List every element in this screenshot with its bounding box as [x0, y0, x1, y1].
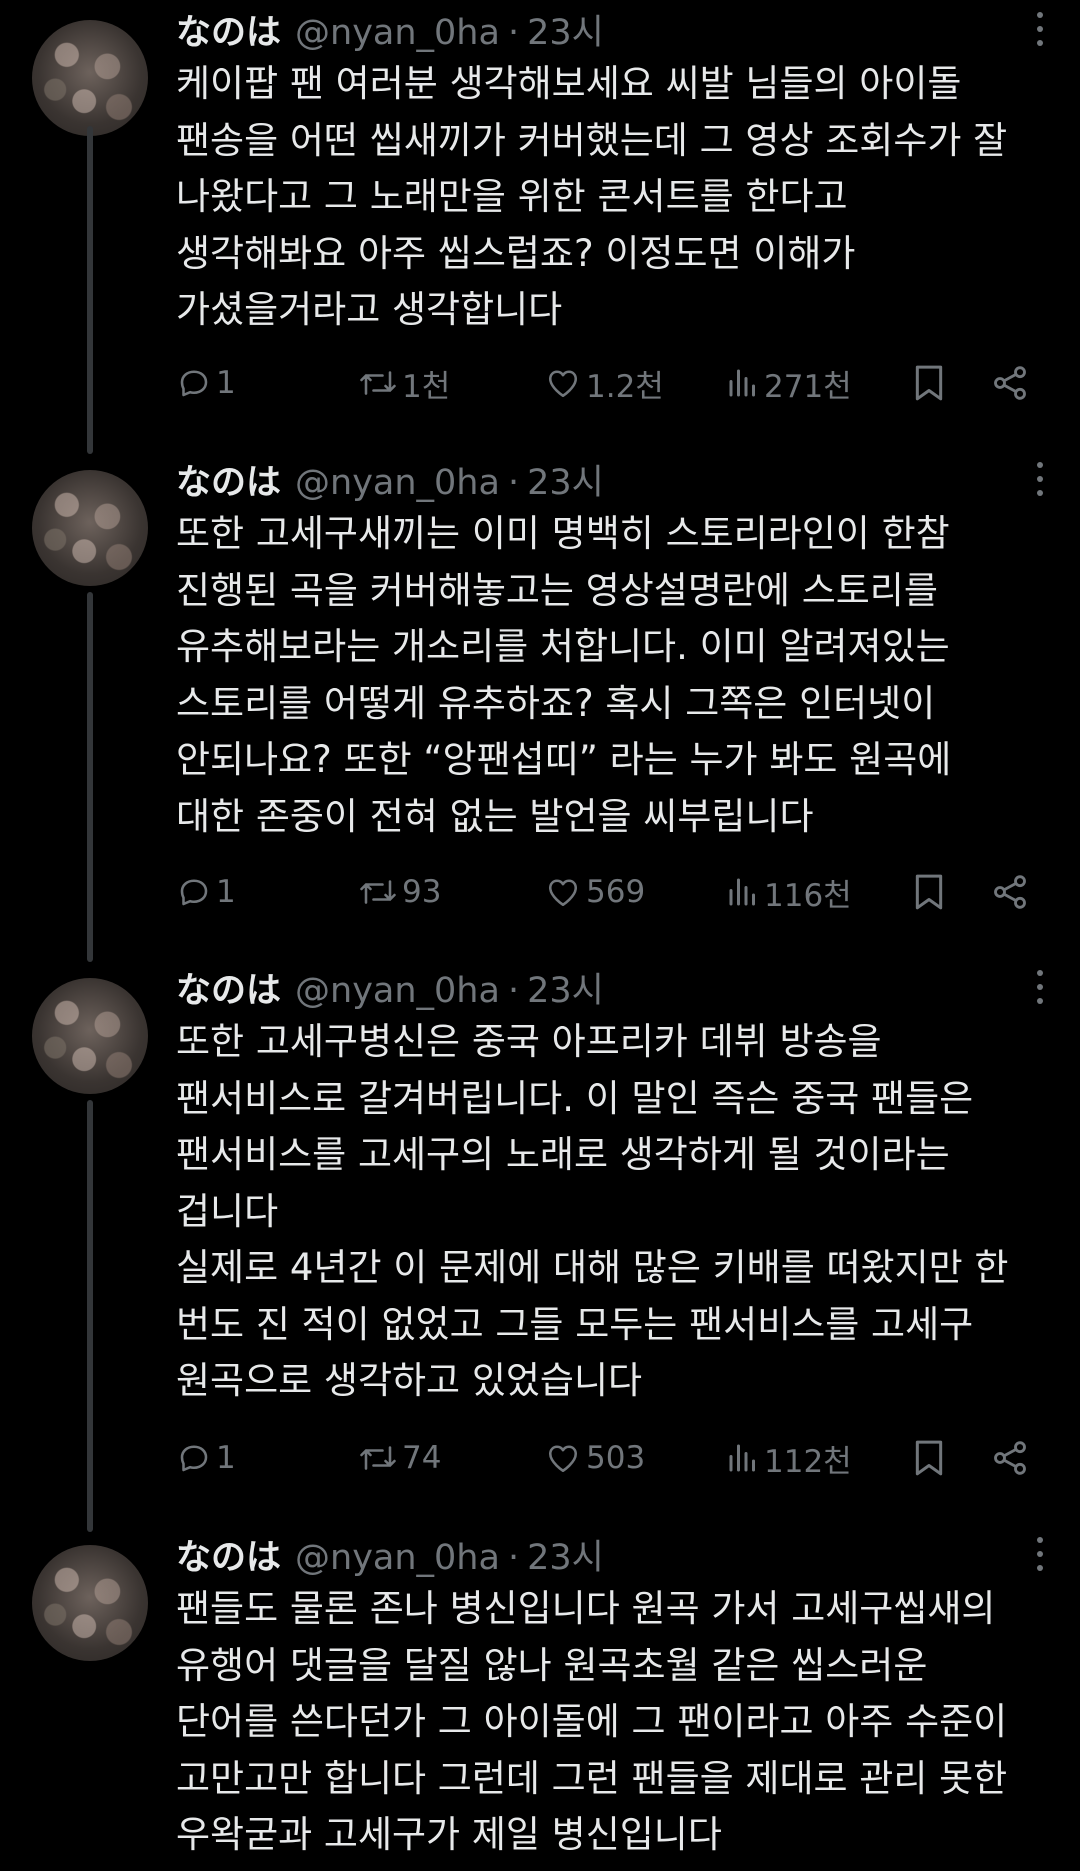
- timestamp[interactable]: 23시: [527, 4, 604, 55]
- retweet-count: 93: [402, 874, 442, 910]
- more-icon[interactable]: [1036, 12, 1044, 46]
- bookmark-button[interactable]: [912, 1433, 946, 1483]
- reply-count: 1: [216, 1440, 236, 1476]
- share-button[interactable]: [990, 358, 1030, 408]
- retweet-icon: [360, 1446, 396, 1470]
- like-count: 1.2천: [586, 368, 664, 405]
- reply-button[interactable]: 1: [176, 867, 236, 917]
- thread-connector-line: [87, 126, 93, 454]
- like-button[interactable]: 569: [544, 867, 645, 917]
- timestamp[interactable]: 23시: [527, 1529, 604, 1580]
- tweet[interactable]: なのは @nyan_0ha · 23시 또한 고세구병신은 중국 아프리카 데뷔…: [0, 958, 1080, 1532]
- bookmark-icon: [915, 874, 943, 910]
- avatar[interactable]: [32, 1545, 148, 1661]
- retweet-icon: [360, 880, 396, 904]
- more-icon[interactable]: [1036, 1537, 1044, 1571]
- views-button[interactable]: 271천: [726, 358, 852, 408]
- reply-icon: [180, 370, 208, 397]
- tweet-text: 또한 고세구병신은 중국 아프리카 데뷔 방송을 팬서비스로 갈겨버립니다. 이…: [176, 1020, 1009, 1402]
- tweet[interactable]: なのは @nyan_0ha · 23시 팬들도 물론 존나 병신입니다 원곡 가…: [0, 1525, 1080, 1871]
- author-name[interactable]: なのは: [176, 454, 281, 505]
- separator-dot: ·: [507, 463, 520, 503]
- action-bar: 1 1천 1.2천 271천: [176, 358, 1046, 408]
- timestamp[interactable]: 23시: [527, 962, 604, 1013]
- share-icon: [994, 875, 1026, 909]
- more-icon[interactable]: [1036, 970, 1044, 1004]
- reply-button[interactable]: 1: [176, 358, 236, 408]
- tweet-header: なのは @nyan_0ha · 23시: [176, 4, 604, 54]
- author-name[interactable]: なのは: [176, 1529, 281, 1580]
- retweet-icon: [360, 371, 396, 395]
- retweet-count: 74: [402, 1440, 442, 1476]
- avatar[interactable]: [32, 978, 148, 1094]
- tweet-header: なのは @nyan_0ha · 23시: [176, 454, 604, 504]
- reply-icon: [180, 879, 208, 906]
- like-button[interactable]: 1.2천: [544, 358, 664, 408]
- bookmark-button[interactable]: [912, 867, 946, 917]
- like-button[interactable]: 503: [544, 1433, 645, 1483]
- views-count: 116천: [764, 877, 852, 914]
- more-icon[interactable]: [1036, 462, 1044, 496]
- avatar[interactable]: [32, 20, 148, 136]
- heart-icon: [548, 370, 578, 398]
- views-icon: [729, 369, 755, 397]
- views-icon: [729, 1444, 755, 1472]
- views-count: 112천: [764, 1443, 852, 1480]
- author-handle[interactable]: @nyan_0ha: [295, 13, 500, 53]
- like-count: 569: [586, 874, 646, 910]
- reply-count: 1: [216, 874, 236, 910]
- tweet-text: 팬들도 물론 존나 병신입니다 원곡 가서 고세구씹새의 유행어 댓글을 달질 …: [176, 1587, 1008, 1856]
- share-button[interactable]: [990, 867, 1030, 917]
- retweet-button[interactable]: 1천: [358, 358, 450, 408]
- author-name[interactable]: なのは: [176, 962, 281, 1013]
- thread-connector-line: [87, 1100, 93, 1532]
- bookmark-icon: [915, 365, 943, 401]
- thread-connector-line: [87, 592, 93, 962]
- share-button[interactable]: [990, 1433, 1030, 1483]
- retweet-button[interactable]: 93: [358, 867, 441, 917]
- thread: なのは @nyan_0ha · 23시 케이팝 팬 여러분 생각해보세요 씨발 …: [0, 0, 1080, 1871]
- reply-button[interactable]: 1: [176, 1433, 236, 1483]
- action-bar: 1 74 503 112천: [176, 1433, 1046, 1483]
- author-name[interactable]: なのは: [176, 4, 281, 55]
- timestamp[interactable]: 23시: [527, 454, 604, 505]
- avatar[interactable]: [32, 470, 148, 586]
- heart-icon: [548, 1445, 578, 1473]
- tweet-header: なのは @nyan_0ha · 23시: [176, 962, 604, 1012]
- bookmark-icon: [915, 1440, 943, 1476]
- author-handle[interactable]: @nyan_0ha: [295, 971, 500, 1011]
- separator-dot: ·: [507, 1538, 520, 1578]
- tweet[interactable]: なのは @nyan_0ha · 23시 또한 고세구새끼는 이미 명백히 스토리…: [0, 450, 1080, 962]
- separator-dot: ·: [507, 13, 520, 53]
- reply-icon: [180, 1445, 208, 1472]
- bookmark-button[interactable]: [912, 358, 946, 408]
- author-handle[interactable]: @nyan_0ha: [295, 1538, 500, 1578]
- share-icon: [994, 366, 1026, 400]
- views-button[interactable]: 116천: [726, 867, 852, 917]
- reply-count: 1: [216, 365, 236, 401]
- views-icon: [729, 878, 755, 906]
- action-bar: 1 93 569 116천: [176, 867, 1046, 917]
- tweet[interactable]: なのは @nyan_0ha · 23시 케이팝 팬 여러분 생각해보세요 씨발 …: [0, 0, 1080, 454]
- tweet-text: 또한 고세구새끼는 이미 명백히 스토리라인이 한참 진행된 곡을 커버해놓고는…: [176, 512, 952, 838]
- retweet-count: 1천: [402, 368, 451, 405]
- retweet-button[interactable]: 74: [358, 1433, 441, 1483]
- views-count: 271천: [764, 368, 852, 405]
- views-button[interactable]: 112천: [726, 1433, 852, 1483]
- separator-dot: ·: [507, 971, 520, 1011]
- like-count: 503: [586, 1440, 646, 1476]
- share-icon: [994, 1441, 1026, 1475]
- heart-icon: [548, 879, 578, 907]
- author-handle[interactable]: @nyan_0ha: [295, 463, 500, 503]
- tweet-text: 케이팝 팬 여러분 생각해보세요 씨발 님들의 아이돌 팬송을 어떤 씹새끼가 …: [176, 62, 1008, 331]
- tweet-header: なのは @nyan_0ha · 23시: [176, 1529, 604, 1579]
